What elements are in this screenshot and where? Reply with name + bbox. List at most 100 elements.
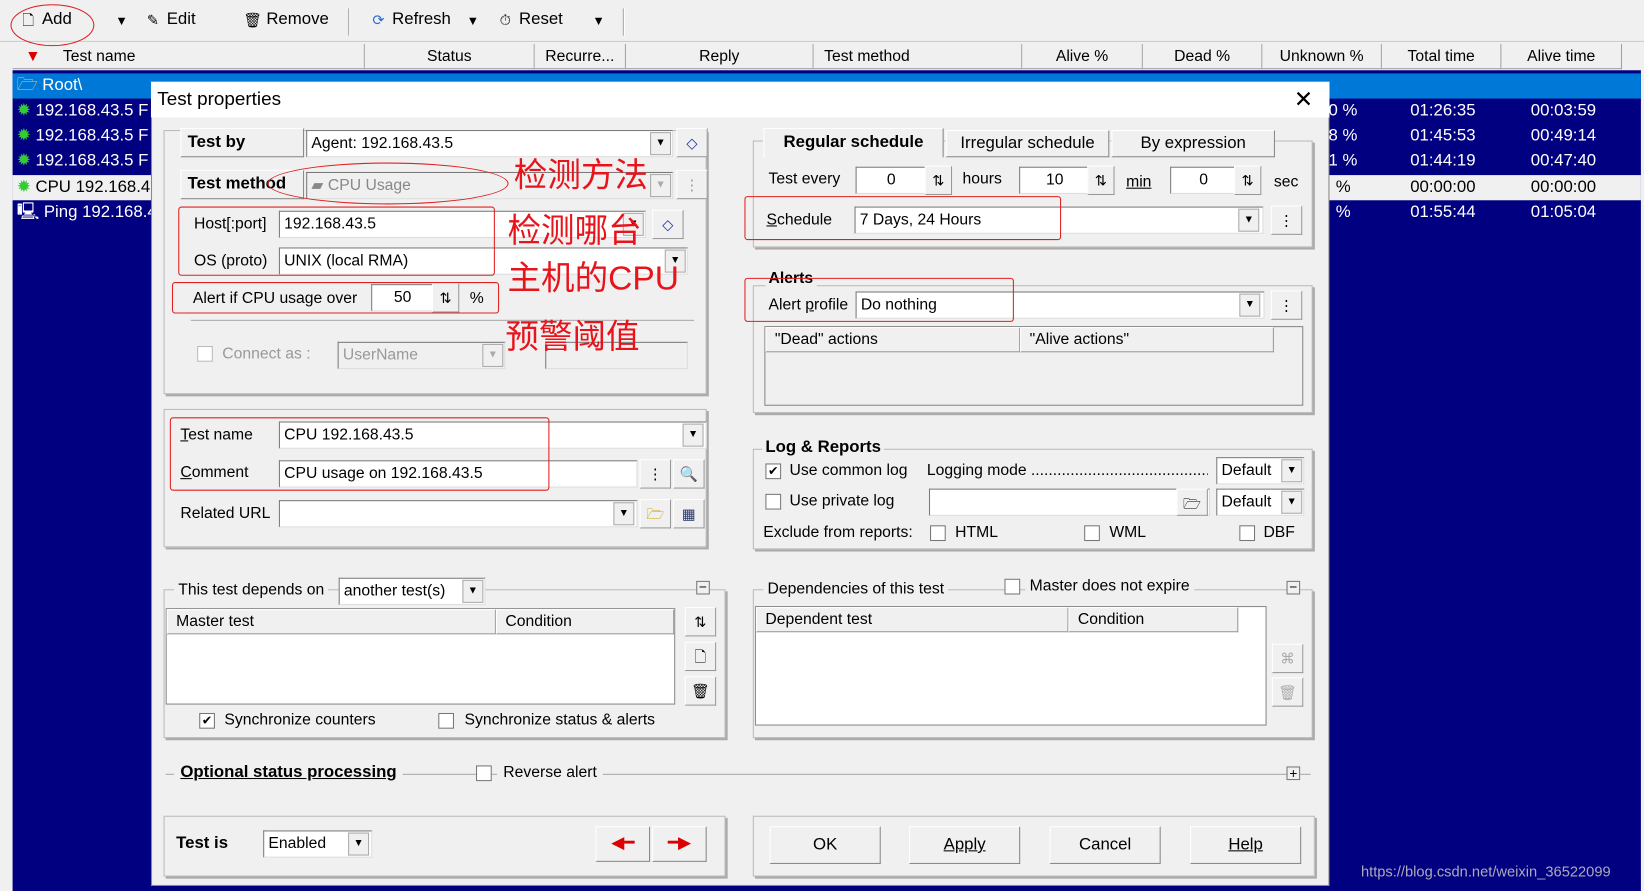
alert-profile-dropdown[interactable]: ▼ [1239,293,1261,317]
expand-icon[interactable]: + [1286,766,1301,781]
reset-dropdown-arrow[interactable]: ▼ [592,14,604,29]
private-log-mode-dropdown[interactable]: ▼ [1281,490,1303,514]
annotation-box-schedule [744,196,1062,241]
annotation-ellipse-add [10,4,95,47]
test-is-dropdown[interactable]: ▼ [348,832,370,856]
tab-irregular-schedule[interactable]: Irregular schedule [945,130,1110,158]
hours-spinner[interactable]: ⇅ [924,165,953,196]
reset-button[interactable]: ⏱ Reset [496,10,563,29]
collapse-icon[interactable]: − [696,580,710,595]
collapse-icon[interactable]: − [1286,580,1301,595]
remove-button[interactable]: 🗑 Remove [243,10,328,29]
column-condition-dependent[interactable]: Condition [1068,607,1239,633]
sync-counters-checkbox[interactable]: ✔ [199,712,215,729]
test-by-dropdown[interactable]: ▼ [650,132,672,156]
schedule-tree-button[interactable]: ⋮ [1270,205,1303,235]
new-document-icon: 🗋 [694,647,707,665]
column-alive-time[interactable]: Alive time [1501,44,1623,70]
previous-button[interactable]: ◀━ [595,826,651,862]
report-button[interactable]: ▦ [673,499,705,529]
cancel-button[interactable]: Cancel [1049,826,1161,864]
column-recurrence[interactable]: Recurre... [534,44,626,70]
hours-input[interactable]: 0 [855,166,927,194]
next-button[interactable]: ━▶ [652,826,707,862]
edit-button[interactable]: ✎ Edit [144,10,196,29]
column-test-name[interactable]: ▼ Test name [12,44,365,70]
tree-icon: ⋮ [684,176,700,193]
connect-as-user[interactable]: UserName [337,341,506,370]
swap-button[interactable]: ⇅ [684,607,717,637]
column-test-method[interactable]: Test method [813,44,1023,70]
ok-button[interactable]: OK [769,826,881,864]
zoom-button[interactable]: 🔍 [673,459,705,489]
tree-button[interactable]: ⋮ [676,169,708,200]
tab-by-expression[interactable]: By expression [1111,130,1275,158]
toolbar-separator [348,8,351,36]
exclude-wml-checkbox[interactable] [1084,525,1100,542]
delete-dependency-button[interactable]: 🗑 [684,676,717,706]
min-input[interactable]: 10 [1019,166,1091,194]
column-condition[interactable]: Condition [495,609,675,635]
reverse-alert-label: Reverse alert [496,763,604,782]
sec-label: sec [1273,173,1299,191]
host-book-button[interactable]: ◇ [652,209,684,240]
use-private-log-checkbox[interactable] [765,493,782,510]
tab-regular-schedule[interactable]: Regular schedule [763,127,944,158]
close-button[interactable]: ✕ [1294,86,1313,113]
link-dependent-button: ⌘ [1271,643,1304,674]
help-button[interactable]: Help [1190,826,1302,864]
annotation-box-host [178,206,495,276]
connect-as-checkbox[interactable] [197,346,213,362]
link-icon: ⌘ [1280,650,1295,667]
exclude-html-label: HTML [955,523,999,542]
refresh-dropdown-arrow[interactable]: ▼ [467,14,479,29]
comment-tree-button[interactable]: ⋮ [639,459,672,489]
trash-icon: 🗑 [1278,683,1297,701]
browse-log-button[interactable]: 🗁 [1176,488,1208,516]
column-dependent-test[interactable]: Dependent test [755,607,1069,633]
arrow-left-icon: ◀━ [611,834,635,853]
private-log-path-input[interactable] [928,488,1210,516]
refresh-button[interactable]: ⟳ Refresh [369,10,451,29]
annotation-box-alert [171,282,500,314]
sec-spinner[interactable]: ⇅ [1234,165,1262,196]
alert-profile-tree-button[interactable]: ⋮ [1270,290,1303,320]
open-folder-button[interactable]: 🗁 [639,499,672,529]
use-common-log-checkbox[interactable]: ✔ [765,463,782,480]
tree-icon: ⋮ [1279,296,1294,314]
min-spinner[interactable]: ⇅ [1087,165,1115,196]
book-icon: ◇ [686,134,698,151]
column-status[interactable]: Status [364,44,535,70]
column-alive-pct[interactable]: Alive % [1022,44,1143,70]
column-reply[interactable]: Reply [625,44,814,70]
test-by-button[interactable]: Test by [180,127,305,158]
column-unknown-pct[interactable]: Unknown % [1262,44,1382,70]
toolbar-separator [622,8,625,36]
column-total-time[interactable]: Total time [1381,44,1502,70]
logging-mode-dropdown[interactable]: ▼ [1281,459,1303,483]
book-button[interactable]: ◇ [676,127,708,158]
sync-status-checkbox[interactable] [438,712,455,729]
related-url-input[interactable] [278,500,638,528]
reverse-alert-checkbox[interactable] [476,765,492,782]
column-alive-actions[interactable]: "Alive actions" [1020,327,1274,353]
bulb-icon: ✹ [16,101,31,120]
column-master-test[interactable]: Master test [166,609,496,635]
new-dependency-button[interactable]: 🗋 [684,641,717,672]
bulb-icon: ✹ [16,178,31,197]
master-not-expire-checkbox[interactable] [1004,578,1021,595]
exclude-html-checkbox[interactable] [930,525,946,542]
test-name-dropdown[interactable]: ▼ [682,423,704,447]
related-url-dropdown[interactable]: ▼ [613,502,635,526]
depends-dropdown[interactable]: ▼ [462,579,484,603]
apply-button[interactable]: Apply [909,826,1021,864]
column-dead-actions[interactable]: "Dead" actions [765,327,1021,353]
logging-mode-label: Logging mode ...........................… [926,461,1208,480]
column-dead-pct[interactable]: Dead % [1142,44,1263,70]
dependencies-label: Dependencies of this test [763,579,949,598]
exclude-dbf-checkbox[interactable] [1239,525,1256,542]
sec-input[interactable]: 0 [1170,166,1238,194]
schedule-dropdown[interactable]: ▼ [1238,208,1260,232]
sync-status-label: Synchronize status & alerts [464,710,656,729]
add-dropdown-arrow[interactable]: ▼ [115,14,127,29]
